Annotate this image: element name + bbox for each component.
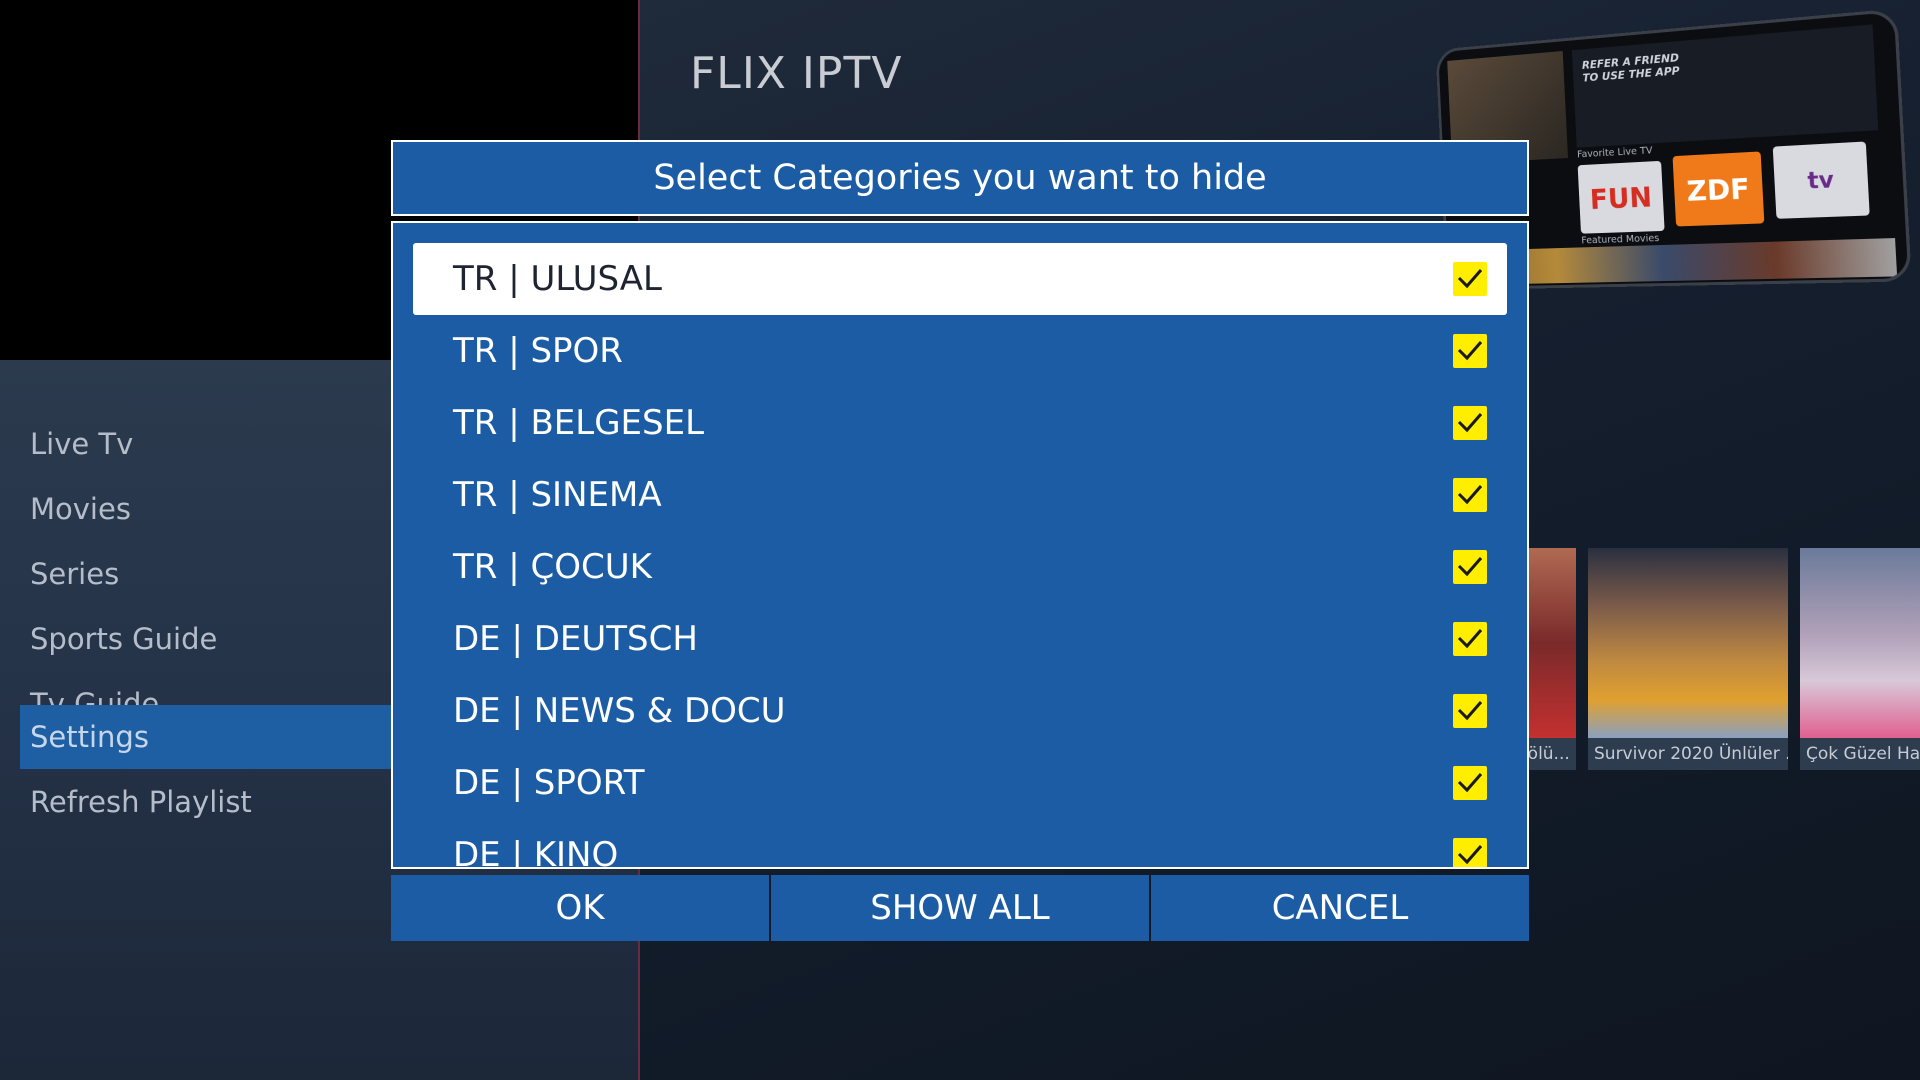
category-label: TR | ÇOCUK bbox=[453, 531, 652, 603]
sidebar-item-settings[interactable]: Settings bbox=[20, 705, 400, 769]
channel-tile: ZDF bbox=[1673, 151, 1765, 226]
checkbox-checked-icon[interactable] bbox=[1453, 838, 1487, 869]
checkbox-checked-icon[interactable] bbox=[1453, 406, 1487, 440]
poster-image bbox=[1588, 548, 1788, 738]
channel-tile: FUN bbox=[1578, 161, 1665, 234]
category-row-tr-cocuk[interactable]: TR | ÇOCUK bbox=[413, 531, 1507, 603]
category-label: DE | NEWS & DOCU bbox=[453, 675, 786, 747]
category-label: DE | SPORT bbox=[453, 747, 645, 819]
poster-caption: Survivor 2020 Ünlüler ... bbox=[1588, 738, 1788, 770]
checkbox-checked-icon[interactable] bbox=[1453, 262, 1487, 296]
category-row-tr-spor[interactable]: TR | SPOR bbox=[413, 315, 1507, 387]
channel-tile: tv bbox=[1773, 141, 1870, 218]
poster-image bbox=[1800, 548, 1920, 738]
app-title: FLIX IPTV bbox=[690, 48, 902, 99]
promo-banner bbox=[1572, 24, 1878, 147]
category-label: TR | SINEMA bbox=[453, 459, 662, 531]
checkbox-checked-icon[interactable] bbox=[1453, 550, 1487, 584]
checkbox-checked-icon[interactable] bbox=[1453, 334, 1487, 368]
category-label: TR | ULUSAL bbox=[453, 243, 662, 315]
sidebar-item-movies[interactable]: Movies bbox=[20, 477, 400, 541]
category-label: TR | SPOR bbox=[453, 315, 623, 387]
category-list[interactable]: TR | ULUSAL TR | SPOR TR | BELGESEL TR |… bbox=[391, 221, 1529, 869]
show-all-button[interactable]: SHOW ALL bbox=[771, 875, 1149, 941]
dialog-title: Select Categories you want to hide bbox=[391, 140, 1529, 216]
sidebar-item-sports-guide[interactable]: Sports Guide bbox=[20, 607, 400, 671]
category-row-de-deutsch[interactable]: DE | DEUTSCH bbox=[413, 603, 1507, 675]
checkbox-checked-icon[interactable] bbox=[1453, 766, 1487, 800]
poster-card[interactable]: Çok Güzel Har bbox=[1800, 548, 1920, 770]
sidebar-item-series[interactable]: Series bbox=[20, 542, 400, 606]
sidebar-item-refresh-playlist[interactable]: Refresh Playlist bbox=[20, 770, 400, 834]
category-row-tr-belgesel[interactable]: TR | BELGESEL bbox=[413, 387, 1507, 459]
category-row-de-sport[interactable]: DE | SPORT bbox=[413, 747, 1507, 819]
category-row-tr-sinema[interactable]: TR | SINEMA bbox=[413, 459, 1507, 531]
promo-favorite-label: Favorite Live TV bbox=[1577, 145, 1653, 160]
cancel-button[interactable]: CANCEL bbox=[1151, 875, 1529, 941]
checkbox-checked-icon[interactable] bbox=[1453, 694, 1487, 728]
category-label: DE | KINO bbox=[453, 819, 618, 869]
category-row-tr-ulusal[interactable]: TR | ULUSAL bbox=[413, 243, 1507, 315]
checkbox-checked-icon[interactable] bbox=[1453, 478, 1487, 512]
checkbox-checked-icon[interactable] bbox=[1453, 622, 1487, 656]
ok-button[interactable]: OK bbox=[391, 875, 769, 941]
category-label: TR | BELGESEL bbox=[453, 387, 704, 459]
category-row-de-kino[interactable]: DE | KINO bbox=[413, 819, 1507, 869]
category-row-de-news-docu[interactable]: DE | NEWS & DOCU bbox=[413, 675, 1507, 747]
poster-card[interactable]: Survivor 2020 Ünlüler ... bbox=[1588, 548, 1788, 770]
poster-caption: Çok Güzel Har bbox=[1800, 738, 1920, 770]
sidebar-item-live-tv[interactable]: Live Tv bbox=[20, 412, 400, 476]
category-label: DE | DEUTSCH bbox=[453, 603, 698, 675]
